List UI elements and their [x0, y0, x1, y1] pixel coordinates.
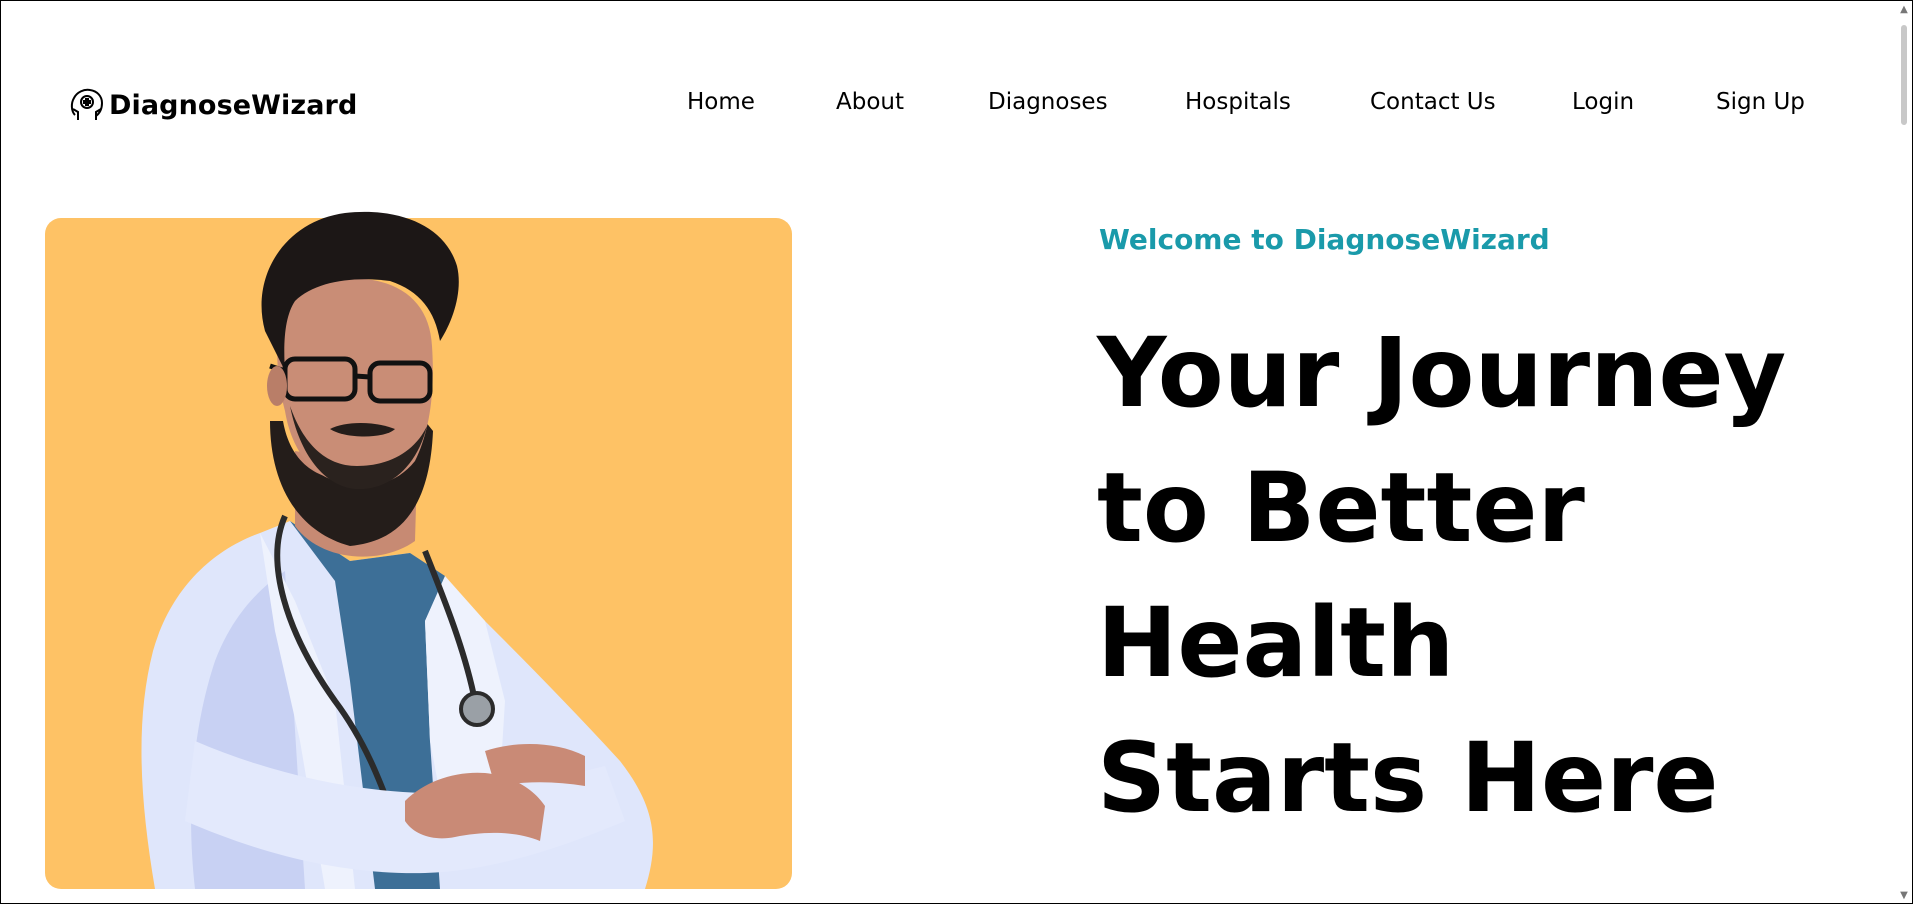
nav-hospitals-link[interactable]: Hospitals	[1185, 89, 1291, 115]
chevron-up-icon[interactable]: ▲	[1899, 5, 1909, 15]
page-scrollbar[interactable]: ▲ ▼	[1896, 1, 1912, 903]
nav-login-link[interactable]: Login	[1572, 89, 1634, 115]
chevron-down-icon[interactable]: ▼	[1899, 891, 1909, 901]
nav-contact-link[interactable]: Contact Us	[1370, 89, 1496, 115]
site-header: DiagnoseWizard Home About Diagnoses Hosp…	[1, 1, 1881, 151]
nav-about-link[interactable]: About	[836, 89, 904, 115]
browser-viewport: DiagnoseWizard Home About Diagnoses Hosp…	[0, 0, 1913, 904]
hero-headline: Your Journey to Better Health Starts Her…	[1097, 317, 1787, 834]
scrollbar-thumb[interactable]	[1901, 25, 1907, 125]
nav-home-link[interactable]: Home	[687, 89, 755, 115]
hero-welcome-text: Welcome to DiagnoseWizard	[1099, 223, 1550, 256]
main-nav: Home About Diagnoses Hospitals Contact U…	[1, 89, 1881, 123]
doctor-portrait	[141, 211, 653, 889]
nav-signup-link[interactable]: Sign Up	[1716, 89, 1805, 115]
nav-diagnoses-link[interactable]: Diagnoses	[988, 89, 1108, 115]
